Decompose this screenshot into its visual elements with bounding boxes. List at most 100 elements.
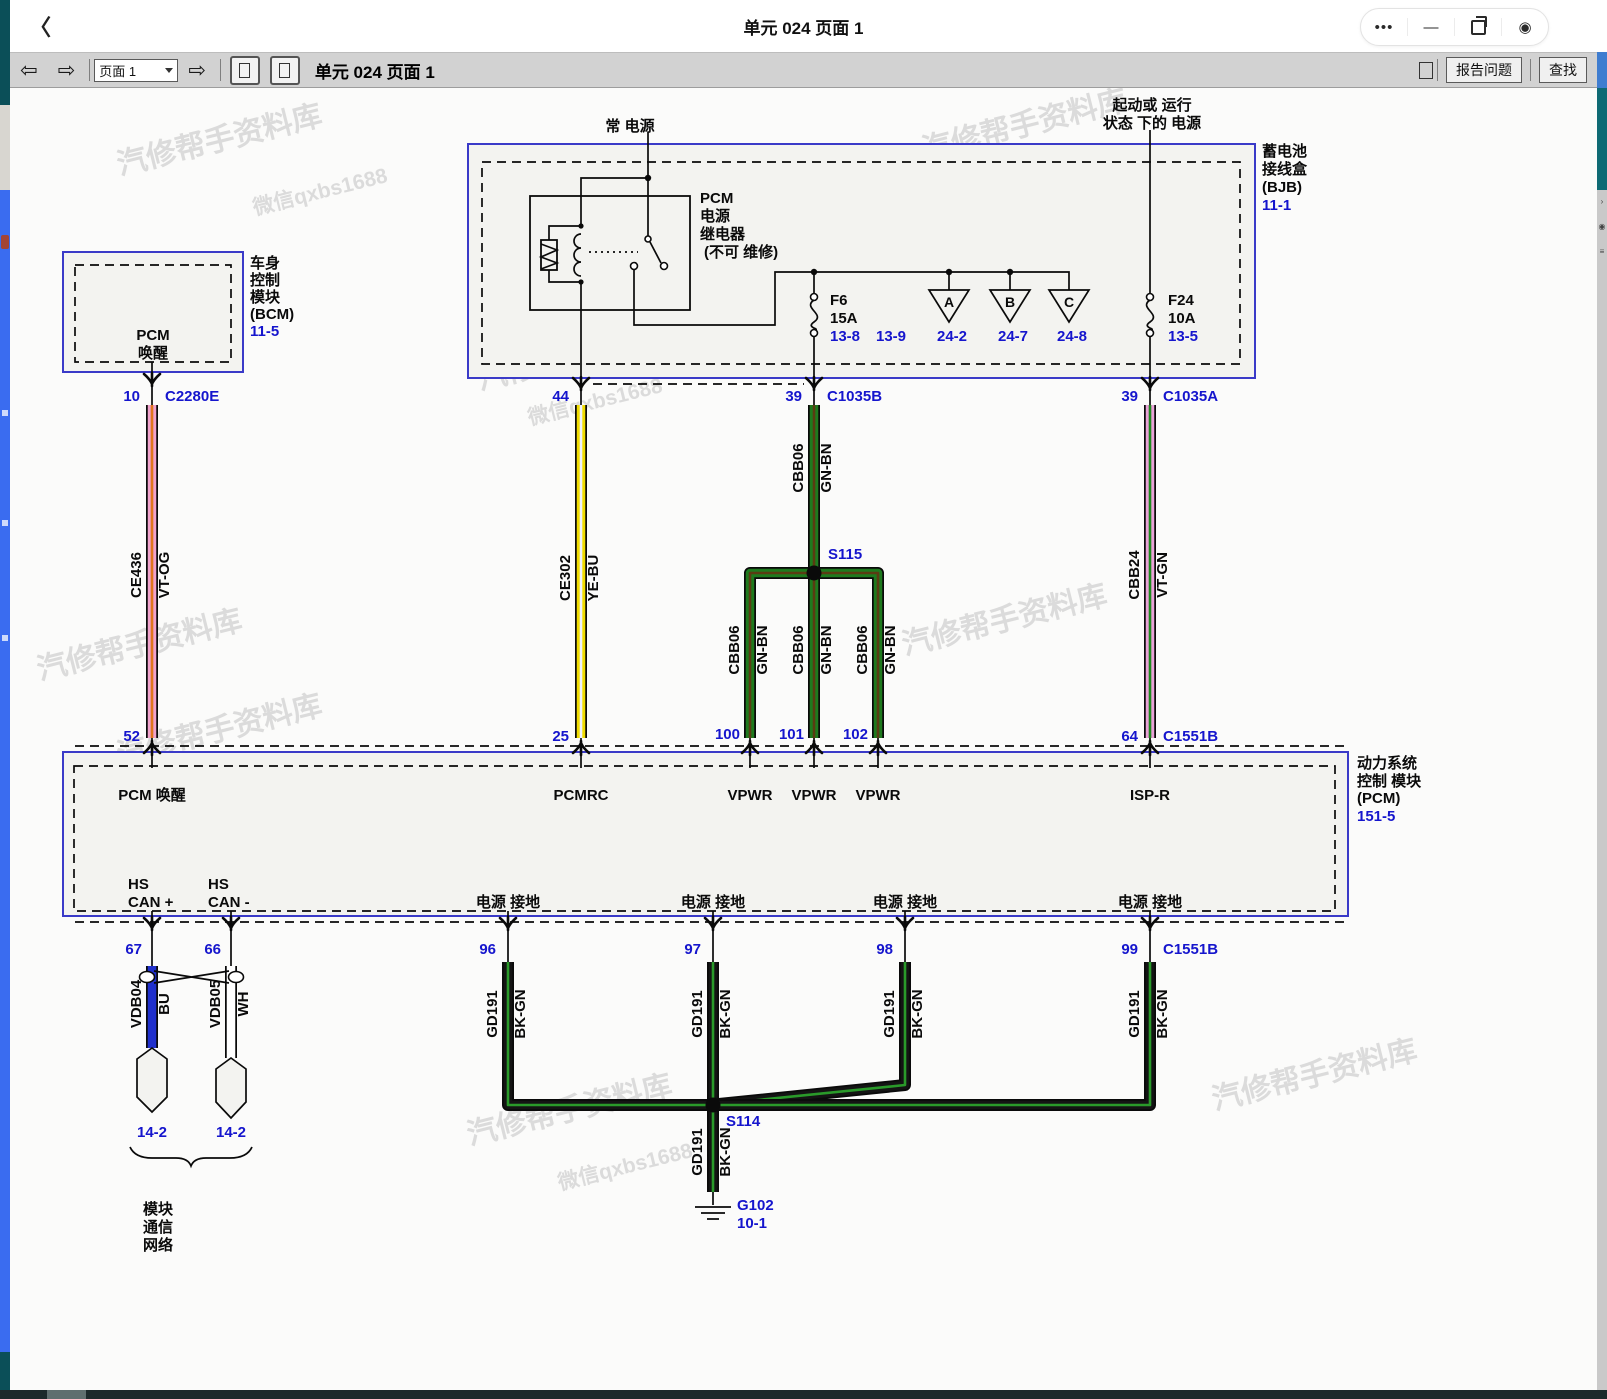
next-page-button[interactable]: ⇨ [48, 60, 86, 81]
fuse-f6-rating: 15A [830, 310, 858, 327]
triangle-b: B [1005, 294, 1015, 310]
viewer-toolbar: ⇦ ⇨ 页面 1 ⇨ 单元 024 页面 1 报告问题 查找 [10, 52, 1607, 88]
connector-c2280e: C2280E [165, 388, 219, 405]
network-label-2: 通信 [143, 1218, 173, 1236]
more-icon[interactable]: ••• [1361, 9, 1407, 45]
right-edge-teal [1597, 88, 1607, 190]
wiring-diagram: 汽修帮手资料库 微信qxbs1688 汽修帮手资料库 汽修帮手资料库 微信qxb… [0, 0, 1607, 1399]
bjb-name-1: 蓄电池 [1262, 142, 1307, 160]
pin-44: 44 [552, 388, 569, 405]
prev-page-button[interactable]: ⇦ [10, 60, 48, 81]
page-select-value: 页面 1 [99, 61, 136, 80]
minimize-icon[interactable]: — [1408, 9, 1454, 45]
pcm-name-2: 控制 模块 [1357, 772, 1422, 790]
find-button[interactable]: 查找 [1539, 57, 1587, 83]
color-gn-bn: GN-BN [818, 625, 835, 674]
watermark-text: 汽修帮手资料库 [899, 579, 1111, 662]
network-label-1: 模块 [143, 1200, 174, 1218]
bjb-box [468, 144, 1255, 378]
color-gn-bn: GN-BN [882, 625, 899, 674]
offpage-14-2: 14-2 [137, 1124, 167, 1141]
view-mode-button-2[interactable] [270, 56, 300, 85]
pin-67: 67 [125, 941, 142, 958]
network-brace [130, 1147, 252, 1166]
page-select[interactable]: 页面 1 [94, 59, 178, 82]
color-vt-og: VT-OG [156, 552, 173, 599]
circuit-cbb06: CBB06 [726, 625, 743, 674]
target-icon[interactable]: ◉ [1502, 9, 1548, 45]
bcm-inner-label-2: 唤醒 [138, 344, 168, 362]
pcm-bottom-pin-lines [152, 911, 1150, 966]
menu-small-icon[interactable]: ≡ [1597, 247, 1607, 256]
color-bk-gn: BK-GN [909, 989, 926, 1038]
pcm-pin-pcmrc: PCMRC [554, 787, 609, 804]
color-gn-bn: GN-BN [754, 625, 771, 674]
watermark-text: 微信qxbs1688 [249, 163, 390, 220]
page-icon [279, 63, 290, 78]
pin-39-b: 39 [785, 388, 802, 405]
color-ye-bu: YE-BU [585, 555, 602, 602]
pcm-pin-ground: 电源 接地 [681, 893, 745, 911]
view-mode-button-1[interactable] [230, 56, 260, 85]
pcm-pin-can-plus: CAN + [128, 894, 174, 911]
bcm-name-4: (BCM) [250, 306, 294, 323]
document-title: 单元 024 页面 1 [315, 58, 435, 83]
color-bu: BU [156, 993, 173, 1015]
circuit-cbb24: CBB24 [1126, 550, 1143, 600]
circuit-gd191: GD191 [689, 1128, 706, 1176]
taskbar-edge [0, 1390, 1607, 1399]
bcm-page-ref: 11-5 [250, 323, 279, 340]
bjb-page-ref: 11-1 [1262, 197, 1291, 214]
triangle-c-page: 24-8 [1057, 328, 1087, 345]
fuse-f6-page-1: 13-8 [830, 328, 860, 345]
pcm-pin-wake: PCM 唤醒 [118, 786, 186, 804]
pcm-page-ref: 151-5 [1357, 808, 1395, 825]
target-small-icon[interactable]: ◉ [1597, 222, 1607, 231]
left-edge-icon [2, 635, 8, 641]
ground-g102: G102 [737, 1197, 774, 1214]
relay-label-4: (不可 维修) [704, 243, 778, 261]
relay-label-3: 继电器 [700, 225, 746, 243]
watermark-text: 汽修帮手资料库 [34, 604, 246, 687]
circuit-ce436: CE436 [128, 552, 145, 598]
left-edge-teal [0, 0, 10, 105]
color-wh: WH [235, 992, 252, 1017]
fuse-f24-page: 13-5 [1168, 328, 1198, 345]
watermark-text: 微信qxbs1688 [554, 1138, 695, 1195]
pcm-pin-can-minus: CAN - [208, 894, 250, 911]
go-page-button[interactable]: ⇨ [178, 60, 216, 81]
circuit-gd191: GD191 [484, 990, 501, 1038]
bcm-inner-label-1: PCM [136, 327, 169, 344]
pcm-pin-vpwr: VPWR [792, 787, 837, 804]
ground-g102-page: 10-1 [737, 1215, 767, 1232]
pin-64: 64 [1121, 728, 1138, 745]
divider [220, 59, 221, 81]
bcm-name-3: 模块 [250, 288, 281, 306]
watermark-text: 汽修帮手资料库 [1209, 1034, 1421, 1117]
offpage-arrows [137, 1048, 246, 1118]
connector-c1551b: C1551B [1163, 728, 1218, 745]
pin-96: 96 [479, 941, 496, 958]
pin-98: 98 [876, 941, 893, 958]
pin-39-a: 39 [1121, 388, 1138, 405]
chevron-right-icon[interactable]: › [1597, 197, 1607, 206]
bjb-name-2: 接线盒 [1262, 160, 1308, 178]
pin-102: 102 [843, 726, 868, 743]
circuit-cbb06: CBB06 [854, 625, 871, 674]
circuit-gd191: GD191 [881, 990, 898, 1038]
color-vt-gn: VT-GN [1154, 552, 1171, 598]
relay-label-1: PCM [700, 190, 733, 207]
pin-101: 101 [779, 726, 804, 743]
triangle-a: A [944, 294, 954, 310]
report-problem-button[interactable]: 报告问题 [1446, 57, 1522, 83]
pin-10: 10 [123, 388, 140, 405]
color-bk-gn: BK-GN [1154, 989, 1171, 1038]
wire-gd191-bk-gn [508, 962, 1150, 1192]
triangle-a-page: 24-2 [937, 328, 967, 345]
pcm-pin-ispr: ISP-R [1130, 787, 1170, 804]
document-icon[interactable] [1419, 62, 1433, 79]
watermark-text: 微信qxbs1688 [524, 373, 665, 430]
fuse-f6-name: F6 [830, 292, 848, 309]
restore-icon[interactable] [1455, 9, 1501, 45]
pin-66: 66 [204, 941, 221, 958]
